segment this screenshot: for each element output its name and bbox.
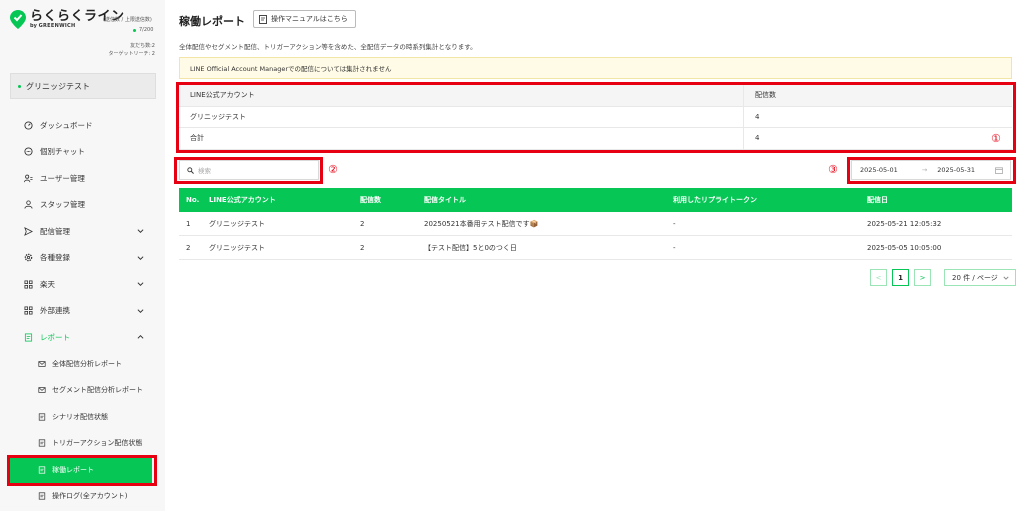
sidebar-item-external[interactable]: 外部連携 (0, 298, 165, 325)
sidebar-item-dashboard[interactable]: ダッシュボード (0, 112, 165, 139)
sidebar-nav: ダッシュボード 個別チャット ユーザー管理 スタッフ管理 配信管理 各種登録 楽… (0, 112, 165, 510)
sidebar-item-delivery[interactable]: 配信管理 (0, 218, 165, 245)
staff-icon (24, 200, 33, 209)
usage-label: (送信数 / 上限送信数) (103, 17, 152, 23)
chat-icon (24, 147, 33, 156)
account-name: グリニッジテスト (26, 81, 90, 91)
account-selector[interactable]: グリニッジテスト (10, 73, 156, 99)
brand-by: by (30, 23, 37, 29)
brand-company: GREENWICH (38, 23, 76, 29)
prev-page-button[interactable]: < (870, 269, 887, 286)
pagination: < 1 > 20 件 / ページ (870, 269, 1016, 286)
table-row: 1 グリニッジテスト 2 20250521本番用テスト配信です📦 - 2025-… (179, 212, 1012, 236)
page-description: 全体配信やセグメント配信、トリガーアクション等を含めた、全配信データの時系列集計… (179, 43, 477, 51)
mail-icon (38, 387, 46, 394)
sidebar-subitem-segment-report[interactable]: セグメント配信分析レポート (0, 377, 165, 404)
grid-icon (24, 280, 33, 289)
highlight-summary (176, 82, 1016, 153)
page-title: 稼働レポート (179, 15, 245, 28)
annotation-marker-2: ② (328, 163, 338, 176)
gear-icon (24, 253, 33, 262)
usage-count: 7/200 (133, 27, 153, 33)
page-size-select[interactable]: 20 件 / ページ (944, 269, 1016, 286)
next-page-button[interactable]: > (914, 269, 931, 286)
friends-stats: 友だち数:2 ターゲットリーチ: 2 (109, 42, 155, 58)
main-content: 稼働レポート 操作マニュアルはこちら 全体配信やセグメント配信、トリガーアクショ… (165, 0, 1024, 511)
sidebar-subitem-operation-log[interactable]: 操作ログ(全アカウント) (0, 483, 165, 510)
sidebar-subitem-trigger-status[interactable]: トリガーアクション配信状態 (0, 430, 165, 457)
document-icon (259, 14, 267, 24)
document-icon (38, 439, 46, 447)
chevron-down-icon (137, 282, 144, 287)
sidebar-item-rakuten[interactable]: 楽天 (0, 271, 165, 298)
document-icon (38, 413, 46, 421)
sidebar-item-registration[interactable]: 各種登録 (0, 245, 165, 272)
account-status-dot-icon (18, 84, 21, 88)
report-icon (24, 333, 33, 342)
sidebar-item-report[interactable]: レポート (0, 324, 165, 351)
sidebar-subitem-overall-report[interactable]: 全体配信分析レポート (0, 351, 165, 378)
chevron-down-icon (137, 309, 144, 313)
highlight-search (174, 157, 323, 184)
page-1-button[interactable]: 1 (892, 269, 909, 286)
sidebar-item-staff[interactable]: スタッフ管理 (0, 192, 165, 219)
manual-button[interactable]: 操作マニュアルはこちら (253, 10, 356, 28)
report-table: No. LINE公式アカウント 配信数 配信タイトル 利用したリプライトークン … (179, 188, 1012, 260)
highlight-date-range (847, 157, 1016, 184)
highlight-active-nav (7, 455, 157, 486)
sidebar-item-users[interactable]: ユーザー管理 (0, 165, 165, 192)
table-header: No. LINE公式アカウント 配信数 配信タイトル 利用したリプライトークン … (179, 188, 1012, 212)
annotation-marker-1: ① (991, 132, 1001, 145)
sidebar: らくらくライン by GREENWICH (送信数 / 上限送信数) 7/200… (0, 0, 165, 511)
target-reach: ターゲットリーチ: 2 (108, 51, 155, 57)
chevron-down-icon (137, 256, 144, 260)
chevron-down-icon (137, 229, 144, 234)
chevron-up-icon (137, 335, 144, 339)
dashboard-icon (24, 121, 33, 130)
friends-count: 友だち数:2 (130, 43, 155, 49)
annotation-marker-3: ③ (828, 163, 838, 176)
notice-banner: LINE Official Account Managerでの配信については集計… (179, 57, 1012, 79)
status-dot-icon (133, 28, 136, 32)
chevron-down-icon (1003, 276, 1009, 280)
table-row: 2 グリニッジテスト 2 【テスト配信】5と0のつく日 - 2025-05-05… (179, 236, 1012, 260)
sidebar-subitem-scenario-status[interactable]: シナリオ配信状態 (0, 404, 165, 431)
users-icon (24, 174, 33, 182)
brand-pin-icon (10, 10, 26, 29)
mail-icon (38, 360, 46, 367)
document-icon (38, 492, 46, 500)
sidebar-item-chat[interactable]: 個別チャット (0, 139, 165, 166)
send-icon (24, 226, 33, 236)
grid-icon (24, 306, 33, 315)
